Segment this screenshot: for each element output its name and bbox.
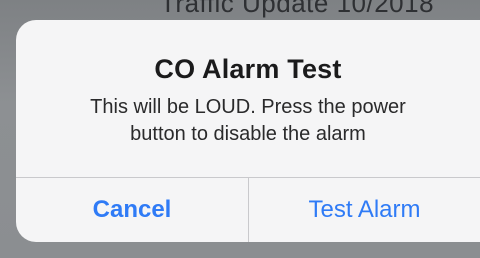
alert-message-line-1: This will be LOUD. Press the power (90, 96, 406, 118)
test-alarm-button[interactable]: Test Alarm (249, 178, 480, 242)
alert-content: CO Alarm Test This will be LOUD. Press t… (16, 20, 480, 177)
alert-message-line-2: button to disable the alarm (130, 123, 366, 145)
background-title-text: Traffic Update 10/2018 (160, 0, 435, 18)
alert-dialog: CO Alarm Test This will be LOUD. Press t… (16, 20, 480, 242)
alert-title: CO Alarm Test (154, 54, 342, 84)
alert-button-row: Cancel Test Alarm (16, 178, 480, 242)
cancel-button[interactable]: Cancel (16, 178, 248, 242)
alert-message: This will be LOUD. Press the power butto… (16, 94, 480, 148)
